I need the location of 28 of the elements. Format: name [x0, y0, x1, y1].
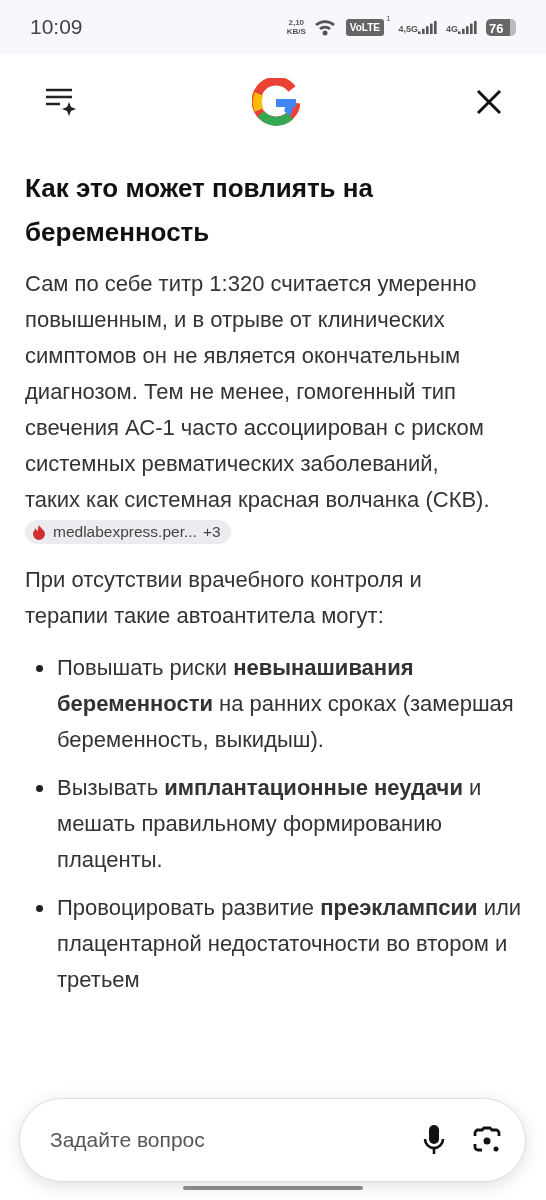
- wifi-icon: [313, 18, 338, 36]
- speed-value: 2,10: [288, 18, 305, 27]
- network-type: 4,5G: [398, 25, 418, 34]
- battery-level: 76: [488, 20, 504, 36]
- signal-icon: [418, 20, 438, 34]
- bullet-icon: [36, 905, 43, 912]
- close-icon[interactable]: [476, 89, 502, 115]
- paragraph: Сам по себе титр 1:320 считается умеренно повышенным, и в отрыве от клинических симптомов он не является окончательным диагнозом. Тем не менее, гомогенный тип свечения АС-1 часто ассоциирован с риском системных ревматических заболеваний, таких как системная красная волчанка (СКВ).: [25, 270, 491, 514]
- camera-lens-icon[interactable]: [473, 1126, 501, 1154]
- paragraph: При отсутствии врачебного контроля и терапии такие автоантитела могут:: [25, 566, 423, 630]
- signal-icon: [458, 20, 478, 34]
- logo-icon: [252, 78, 300, 126]
- speed-unit: KB/S: [286, 27, 306, 36]
- bullet-icon: [36, 785, 43, 792]
- status-time: 10:09: [30, 15, 83, 39]
- menu-sparkle-icon[interactable]: [46, 88, 76, 116]
- section-heading: Как это может повлиять на беременность: [25, 172, 374, 249]
- network-type: 4G: [446, 25, 458, 34]
- search-field[interactable]: Задайте вопрос: [48, 1127, 395, 1153]
- list-item-text: Провоцировать развитие преэклампсии или плацентарной недостаточности во втором и третьем: [57, 894, 523, 994]
- source-chip[interactable]: medlabexpress.per... +3: [25, 520, 231, 544]
- bullet-icon: [36, 665, 43, 672]
- list-item-text: Повышать риски невынашивания беременности на ранних сроках (замершая беременность, выкидыш).: [57, 654, 515, 754]
- volte-badge: VoLTE: [345, 18, 384, 36]
- sim-number: 1: [386, 14, 391, 23]
- microphone-icon[interactable]: [423, 1125, 445, 1155]
- flame-icon: [31, 524, 47, 540]
- list-item-text: Вызывать имплантационные неудачи и мешать правильному формированию плаценты.: [57, 774, 483, 874]
